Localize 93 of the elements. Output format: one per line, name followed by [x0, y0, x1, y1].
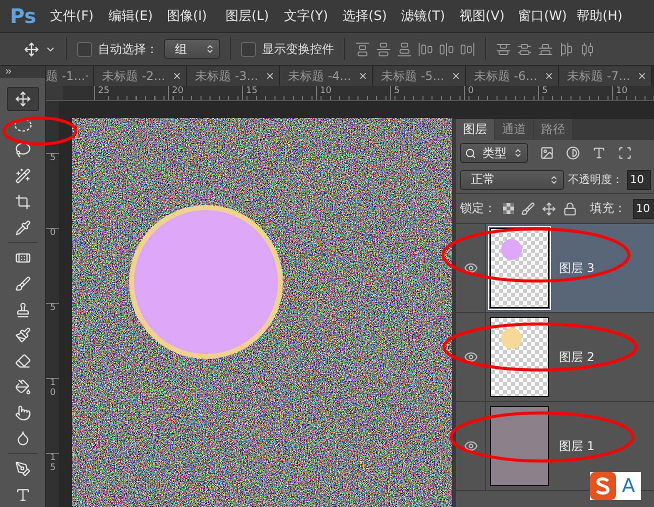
distribute-top-icon[interactable]	[496, 42, 511, 56]
dashed-ellipse-icon	[14, 118, 32, 132]
document-tab[interactable]: 未标题 -6...	[466, 66, 559, 86]
drop-icon	[14, 430, 30, 446]
layer-name: 图层 2	[559, 348, 594, 366]
frame-icon[interactable]	[618, 146, 632, 160]
app-logo: Ps	[9, 4, 38, 28]
finger-icon	[14, 404, 30, 420]
paint-bucket-icon	[14, 378, 30, 395]
align-center-icon[interactable]	[439, 42, 454, 56]
pen-nib-icon	[14, 460, 30, 477]
horizontal-ruler: 25 20 15 10 5 0 5 10	[46, 86, 654, 101]
document-tab[interactable]: 未标题 -3...	[187, 66, 280, 86]
opacity-field[interactable]: 10	[627, 170, 651, 190]
checkbox[interactable]	[241, 42, 256, 56]
checkbox[interactable]	[77, 42, 92, 56]
move-icon[interactable]	[24, 42, 39, 56]
menu-item[interactable]: 图像(I)	[167, 7, 226, 25]
stepper-icon	[205, 44, 215, 54]
distribute-middle-icon[interactable]	[517, 42, 532, 56]
layer-row[interactable]: 图层 2	[456, 313, 654, 402]
half-circle-icon[interactable]	[566, 146, 580, 160]
menu-item[interactable]: 文件(F)	[50, 7, 108, 25]
distribute-bottom-icon[interactable]	[538, 42, 553, 56]
document-tab[interactable]: 未标题 -5...	[373, 66, 466, 86]
stamp-icon	[14, 302, 30, 318]
tool-button[interactable]	[6, 86, 38, 112]
stepper-icon	[513, 148, 523, 158]
panel-tab[interactable]: 通道	[495, 119, 533, 140]
eraser-icon	[14, 353, 30, 370]
menu-item[interactable]: 视图(V)	[460, 7, 518, 25]
brush-icon	[14, 276, 30, 292]
menu-item[interactable]: 滤镜(T)	[401, 7, 460, 25]
type-icon	[14, 486, 30, 503]
eye-icon	[464, 261, 478, 275]
align-right-icon[interactable]	[460, 42, 475, 56]
layer-name: 图层 3	[559, 260, 594, 276]
eye-icon	[464, 439, 478, 453]
close-icon[interactable]	[637, 71, 647, 81]
blend-mode-select[interactable]: 正常	[460, 170, 564, 190]
crop-icon	[14, 194, 30, 210]
ime-logo-icon	[590, 472, 616, 500]
layer-name: 图层 1	[559, 438, 594, 454]
menu-item[interactable]: 帮助(H)	[576, 7, 635, 25]
eyedropper-icon	[14, 220, 30, 236]
collapse-icon[interactable]	[4, 67, 13, 76]
layer-row[interactable]: 图层 3	[456, 224, 654, 313]
document-tab[interactable]: 未标题 -2...	[94, 66, 187, 86]
checker-icon[interactable]	[503, 203, 514, 214]
document-tab[interactable]: 题 -1...	[46, 66, 94, 86]
menu-item[interactable]: 窗口(W)	[518, 7, 576, 25]
close-icon[interactable]	[172, 71, 182, 81]
type-icon[interactable]	[592, 146, 606, 160]
close-icon[interactable]	[265, 71, 275, 81]
distribute-center-icon[interactable]	[580, 42, 595, 56]
magic-wand-icon	[14, 168, 30, 184]
align-top-icon[interactable]	[355, 42, 370, 56]
menu-item[interactable]: 编辑(E)	[108, 7, 167, 25]
fill-label: 填充：	[590, 200, 626, 217]
align-middle-icon[interactable]	[376, 42, 391, 56]
close-icon[interactable]	[358, 71, 368, 81]
ime-badge[interactable]: A	[590, 472, 641, 500]
document-tab[interactable]: 未标题 -4...	[280, 66, 373, 86]
document-tab[interactable]: 未标题 -7...	[559, 66, 652, 86]
menu-item[interactable]: 文字(Y)	[284, 7, 342, 25]
lock-label: 锁定：	[460, 200, 496, 217]
menu-item[interactable]: 图层(L)	[226, 7, 284, 25]
group-select[interactable]: 组	[164, 39, 220, 59]
search-icon	[465, 148, 476, 158]
eye-icon	[464, 350, 478, 364]
align-bottom-icon[interactable]	[397, 42, 412, 56]
brush-icon[interactable]	[521, 202, 535, 216]
visibility-toggle[interactable]	[456, 224, 486, 312]
close-icon[interactable]	[451, 71, 461, 81]
panel-tab[interactable]: 路径	[534, 119, 572, 140]
opacity-label: 不透明度：	[568, 172, 623, 187]
menu-item[interactable]: 选择(S)	[342, 7, 401, 25]
brush-icon	[14, 327, 30, 344]
move-icon[interactable]	[542, 202, 556, 216]
checkbox-label: 自动选择：	[98, 40, 158, 58]
image-icon[interactable]	[540, 146, 554, 160]
stepper-icon	[549, 174, 559, 184]
lock-icon[interactable]	[563, 202, 577, 216]
checkbox-label: 显示变换控件	[262, 40, 334, 58]
move-icon	[14, 91, 30, 108]
panel-tab[interactable]: 图层	[456, 119, 494, 140]
fill-field[interactable]: 10	[633, 198, 654, 218]
distribute-left-icon[interactable]	[559, 42, 574, 56]
lasso-icon	[14, 142, 30, 158]
filter-select[interactable]: 类型	[460, 143, 528, 163]
close-icon[interactable]	[544, 71, 554, 81]
align-left-icon[interactable]	[418, 42, 433, 56]
vertical-ruler: 5 0 5 10 15	[46, 101, 59, 507]
